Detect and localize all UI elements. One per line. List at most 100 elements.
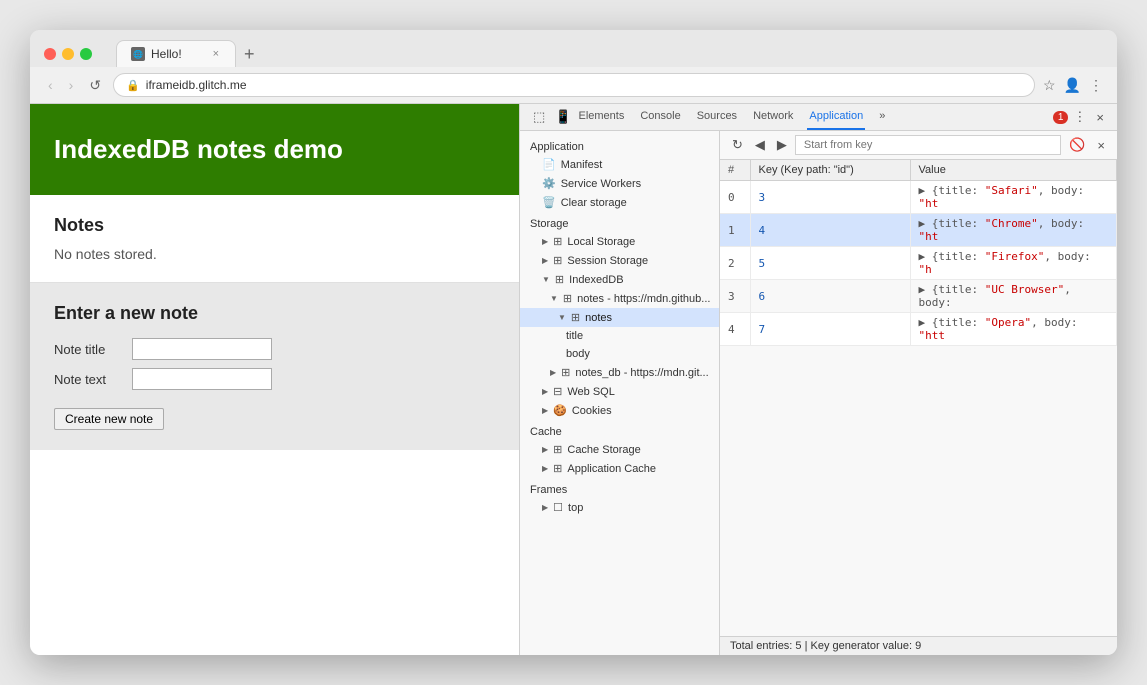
notes-title: Notes [54, 215, 495, 236]
sidebar-item-label: Application Cache [567, 463, 656, 475]
table-row[interactable]: 25▶ {title: "Firefox", body: "h [720, 247, 1117, 280]
inspect-element-button[interactable]: ⬚ [528, 105, 550, 129]
sidebar-item-notes-db[interactable]: ▼ ⊞ notes - https://mdn.github... [520, 289, 719, 308]
forward-button[interactable]: › [65, 75, 78, 95]
new-tab-button[interactable]: + [236, 44, 263, 65]
sidebar-item-clear-storage[interactable]: 🗑️ Clear storage [520, 193, 719, 212]
sidebar-item-web-sql[interactable]: ▶ ⊟ Web SQL [520, 382, 719, 401]
tab-close-button[interactable]: × [211, 47, 221, 61]
address-bar[interactable]: 🔒 iframeidb.glitch.me [113, 73, 1035, 97]
cache-storage-triangle: ▶ [542, 445, 548, 454]
more-tabs-button[interactable]: » [877, 104, 887, 130]
local-storage-triangle: ▶ [542, 237, 548, 246]
sidebar-section-storage: Storage [520, 212, 719, 232]
minimize-traffic-light[interactable] [62, 48, 74, 60]
app-cache-triangle: ▶ [542, 464, 548, 473]
device-toggle-button[interactable]: 📱 [550, 105, 576, 129]
no-notes-text: No notes stored. [54, 246, 495, 262]
sidebar-item-indexeddb[interactable]: ▼ ⊞ IndexedDB [520, 270, 719, 289]
cell-index: 0 [720, 181, 750, 214]
sidebar-item-service-workers[interactable]: ⚙️ Service Workers [520, 174, 719, 193]
tab-sources[interactable]: Sources [695, 104, 739, 130]
close-panel-button[interactable]: × [1093, 136, 1109, 155]
cell-value: ▶ {title: "UC Browser", body: [910, 280, 1117, 313]
data-table: # Key (Key path: "id") Value 03▶ {title:… [720, 160, 1117, 346]
sidebar-item-cache-storage[interactable]: ▶ ⊞ Cache Storage [520, 440, 719, 459]
note-text-input[interactable] [132, 368, 272, 390]
sidebar-item-top[interactable]: ▶ ☐ top [520, 498, 719, 517]
next-key-button[interactable]: ▶ [773, 135, 791, 155]
tab-network[interactable]: Network [751, 104, 795, 130]
refresh-data-button[interactable]: ↻ [728, 135, 747, 155]
table-row[interactable]: 47▶ {title: "Opera", body: "htt [720, 313, 1117, 346]
nav-bar: ‹ › ↺ 🔒 iframeidb.glitch.me ☆ 👤 ⋮ [30, 67, 1117, 104]
sidebar-item-app-cache[interactable]: ▶ ⊞ Application Cache [520, 459, 719, 478]
table-row[interactable]: 36▶ {title: "UC Browser", body: [720, 280, 1117, 313]
tab-elements[interactable]: Elements [576, 104, 626, 130]
notes-triangle: ▼ [558, 313, 566, 322]
form-section: Enter a new note Note title Note text Cr… [30, 283, 519, 450]
sidebar-item-manifest[interactable]: 📄 Manifest [520, 155, 719, 174]
address-text: iframeidb.glitch.me [146, 78, 247, 92]
indexeddb-icon: ⊞ [555, 273, 564, 286]
col-header-hash: # [720, 160, 750, 181]
tab-console[interactable]: Console [638, 104, 682, 130]
devtools-panel: ⬚ 📱 Elements Console Sources Network App… [520, 104, 1117, 655]
cell-key: 3 [750, 181, 910, 214]
table-row[interactable]: 14▶ {title: "Chrome", body: "ht [720, 214, 1117, 247]
sidebar-item-label: Web SQL [567, 386, 615, 398]
notes-db-triangle: ▼ [550, 294, 558, 303]
maximize-traffic-light[interactable] [80, 48, 92, 60]
sidebar-item-cookies[interactable]: ▶ 🍪 Cookies [520, 401, 719, 420]
sidebar-item-local-storage[interactable]: ▶ ⊞ Local Storage [520, 232, 719, 251]
sidebar-section-application: Application [520, 135, 719, 155]
create-note-button[interactable]: Create new note [54, 408, 164, 430]
webpage: IndexedDB notes demo Notes No notes stor… [30, 104, 520, 655]
note-title-row: Note title [54, 338, 495, 360]
notes-db2-icon: ⊞ [561, 366, 570, 379]
tab-application[interactable]: Application [807, 104, 865, 130]
active-tab[interactable]: 🌐 Hello! × [116, 40, 236, 67]
main-content: IndexedDB notes demo Notes No notes stor… [30, 104, 1117, 655]
note-text-label: Note text [54, 372, 124, 387]
bookmark-button[interactable]: ☆ [1043, 77, 1056, 94]
cache-storage-icon: ⊞ [553, 443, 562, 456]
sidebar-item-label: body [566, 348, 590, 360]
more-button[interactable]: ⋮ [1089, 77, 1103, 94]
web-sql-icon: ⊟ [553, 385, 562, 398]
close-traffic-light[interactable] [44, 48, 56, 60]
notes-db-icon: ⊞ [563, 292, 572, 305]
form-title: Enter a new note [54, 303, 495, 324]
sidebar-item-notes-db2[interactable]: ▶ ⊞ notes_db - https://mdn.git... [520, 363, 719, 382]
table-row[interactable]: 03▶ {title: "Safari", body: "ht [720, 181, 1117, 214]
devtools-more-button[interactable]: ⋮ [1068, 105, 1091, 129]
note-title-input[interactable] [132, 338, 272, 360]
cell-index: 1 [720, 214, 750, 247]
sidebar-item-title-field[interactable]: title [520, 327, 719, 345]
refresh-button[interactable]: ↺ [85, 75, 105, 96]
start-key-input[interactable] [795, 135, 1061, 155]
app-cache-icon: ⊞ [553, 462, 562, 475]
clear-data-button[interactable]: 🚫 [1065, 135, 1089, 155]
sidebar-item-label: Local Storage [567, 236, 635, 248]
note-title-label: Note title [54, 342, 124, 357]
sidebar-item-body-field[interactable]: body [520, 345, 719, 363]
back-button[interactable]: ‹ [44, 75, 57, 95]
devtools-close-button[interactable]: × [1091, 106, 1109, 129]
cell-value: ▶ {title: "Opera", body: "htt [910, 313, 1117, 346]
sidebar-item-session-storage[interactable]: ▶ ⊞ Session Storage [520, 251, 719, 270]
devtools-table: # Key (Key path: "id") Value 03▶ {title:… [720, 160, 1117, 636]
sidebar-item-label: Cookies [572, 405, 612, 417]
account-button[interactable]: 👤 [1064, 77, 1081, 94]
prev-key-button[interactable]: ◀ [751, 135, 769, 155]
sidebar-item-label: notes [585, 312, 612, 324]
lock-icon: 🔒 [126, 79, 140, 92]
top-triangle: ▶ [542, 503, 548, 512]
tab-favicon: 🌐 [131, 47, 145, 61]
web-sql-triangle: ▶ [542, 387, 548, 396]
col-header-key: Key (Key path: "id") [750, 160, 910, 181]
sidebar-item-label: Session Storage [567, 255, 648, 267]
sidebar-section-frames: Frames [520, 478, 719, 498]
devtools-toolbar: ↻ ◀ ▶ 🚫 × [720, 131, 1117, 160]
sidebar-item-notes[interactable]: ▼ ⊞ notes [520, 308, 719, 327]
